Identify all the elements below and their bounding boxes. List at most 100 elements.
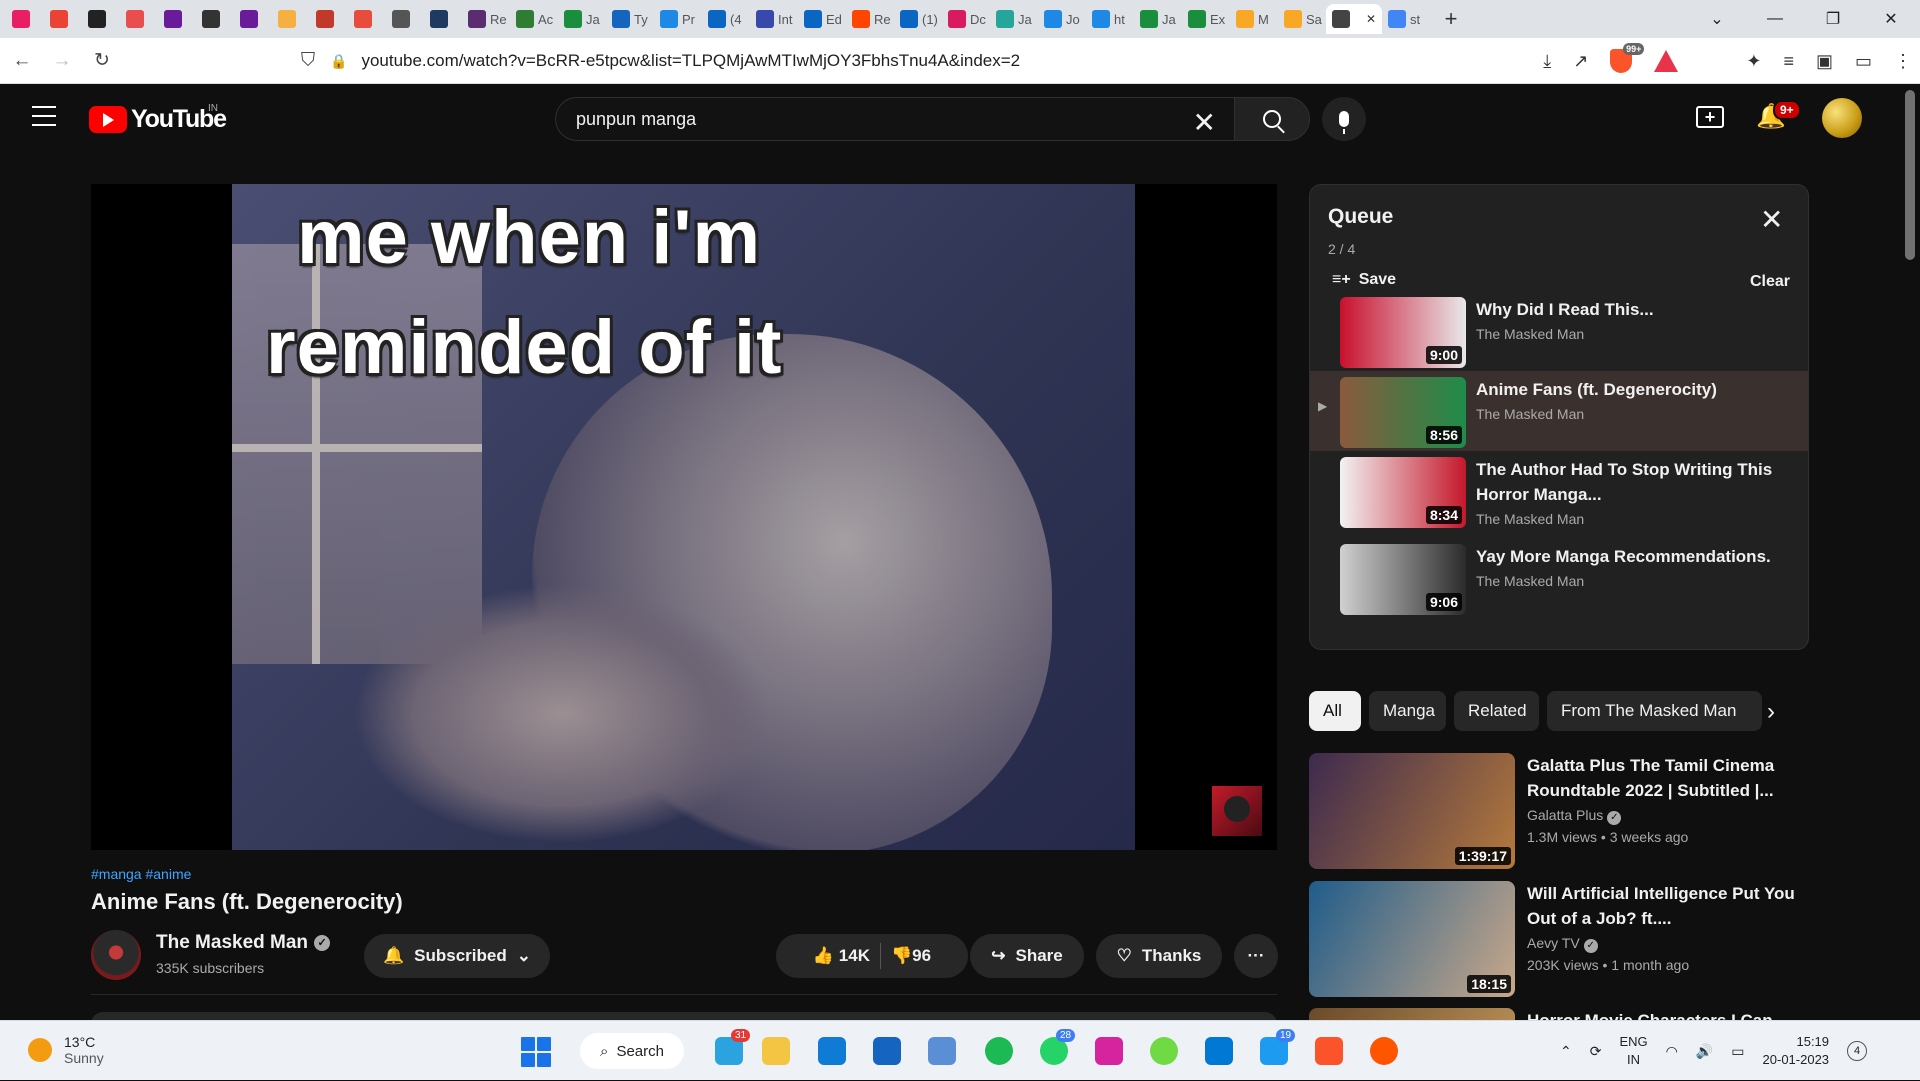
weather-widget[interactable]: 13°C Sunny — [28, 1034, 104, 1066]
brave-icon[interactable] — [1315, 1037, 1343, 1065]
recommended-title[interactable]: Galatta Plus The Tamil Cinema Roundtable… — [1527, 753, 1797, 803]
language-indicator[interactable]: ENG IN — [1619, 1033, 1647, 1069]
spotify-icon[interactable] — [985, 1037, 1013, 1065]
queue-thumbnail[interactable]: 9:00 — [1340, 297, 1466, 368]
bookmark-icon[interactable]: ⛉ — [290, 43, 326, 79]
browser-tab[interactable] — [44, 4, 82, 34]
forward-button[interactable]: → — [44, 43, 80, 79]
close-window-button[interactable]: ✕ — [1862, 9, 1920, 29]
filter-chip[interactable]: All — [1309, 691, 1361, 731]
browser-tab[interactable]: M — [1230, 4, 1278, 34]
browser-tab[interactable]: (1) — [894, 4, 942, 34]
notification-center-button[interactable]: 4 — [1847, 1041, 1868, 1061]
sidebar-icon[interactable]: ▣ — [1816, 51, 1833, 72]
edge-icon[interactable] — [818, 1037, 846, 1065]
recommended-video[interactable]: 1:39:17 Galatta Plus The Tamil Cinema Rou… — [1309, 753, 1809, 871]
wallet-icon[interactable]: ▭ — [1855, 51, 1872, 72]
recommended-thumbnail[interactable] — [1309, 1008, 1515, 1020]
browser-tab[interactable]: Ja — [558, 4, 606, 34]
recommended-title[interactable]: Horror Movie Characters I Can... — [1527, 1008, 1797, 1020]
browser-tab[interactable] — [386, 4, 424, 34]
search-button[interactable] — [1234, 97, 1310, 141]
youtube-logo[interactable]: YouTube IN — [89, 103, 227, 134]
recommended-video[interactable]: 18:15 Will Artificial Intelligence Put Yo… — [1309, 881, 1809, 999]
chips-next-icon[interactable]: › — [1767, 698, 1775, 726]
channel-avatar[interactable] — [91, 930, 141, 980]
browser-tab[interactable] — [348, 4, 386, 34]
dislike-button[interactable]: 👎96 — [891, 946, 931, 966]
browser-tab[interactable] — [6, 4, 44, 34]
share-page-icon[interactable]: ↗ — [1573, 51, 1588, 72]
new-tab-button[interactable]: + — [1436, 4, 1466, 34]
taskbar-search[interactable]: ⌕ Search — [580, 1033, 684, 1069]
queue-thumbnail[interactable]: 8:34 — [1340, 457, 1466, 528]
battery-icon[interactable]: ▭ — [1731, 1043, 1744, 1060]
queue-item[interactable]: 9:06 Yay More Manga Recommendations. The M… — [1310, 538, 1808, 618]
browser-tab[interactable] — [158, 4, 196, 34]
thanks-button[interactable]: ♡ Thanks — [1096, 934, 1222, 978]
volume-icon[interactable]: 🔊 — [1696, 1043, 1713, 1060]
share-button[interactable]: ↪ Share — [970, 934, 1084, 978]
close-queue-icon[interactable]: ✕ — [1760, 203, 1783, 236]
video-hashtags[interactable]: #manga #anime — [91, 866, 191, 882]
queue-item[interactable]: ▶ 8:56 Anime Fans (ft. Degenerocity) The Ma… — [1310, 371, 1808, 451]
clear-search-icon[interactable]: ✕ — [1193, 106, 1216, 139]
browser-tab[interactable]: Re — [846, 4, 894, 34]
reload-button[interactable]: ↻ — [84, 43, 120, 79]
close-tab-icon[interactable]: ✕ — [1366, 12, 1376, 26]
browser-tab[interactable]: Jo — [1038, 4, 1086, 34]
browser-tab[interactable]: (4 — [702, 4, 750, 34]
upwork-icon[interactable] — [1150, 1037, 1178, 1065]
soundcloud-icon[interactable] — [1370, 1037, 1398, 1065]
queue-item-title[interactable]: The Author Had To Stop Writing This Horr… — [1476, 457, 1776, 507]
browser-tab[interactable]: Ja — [990, 4, 1038, 34]
notepad-icon[interactable] — [928, 1037, 956, 1065]
browser-tab[interactable]: Ed — [798, 4, 846, 34]
browser-tab[interactable] — [310, 4, 348, 34]
browser-tab[interactable] — [196, 4, 234, 34]
queue-item[interactable]: 9:00 Why Did I Read This... The Masked Man — [1310, 291, 1808, 371]
browser-menu-icon[interactable]: ⋮ — [1894, 51, 1912, 72]
browser-tab[interactable]: ✕ — [1326, 4, 1382, 34]
browser-tab[interactable]: ht — [1086, 4, 1134, 34]
file-explorer-icon[interactable] — [762, 1037, 790, 1065]
hamburger-menu-icon[interactable] — [32, 106, 56, 126]
browser-tab[interactable] — [82, 4, 120, 34]
queue-thumbnail[interactable]: 8:56 — [1340, 377, 1466, 448]
brave-shield-icon[interactable]: 99+ — [1610, 43, 1645, 73]
queue-thumbnail[interactable]: 9:06 — [1340, 544, 1466, 615]
filter-chip[interactable]: Manga — [1369, 691, 1446, 731]
subscribed-button[interactable]: 🔔 Subscribed ⌄ — [364, 934, 550, 978]
browser-tab[interactable]: Ac — [510, 4, 558, 34]
browser-tab[interactable]: Int — [750, 4, 798, 34]
maximize-button[interactable]: ❐ — [1804, 9, 1862, 29]
show-hidden-icons-icon[interactable]: ⌃ — [1560, 1043, 1572, 1060]
browser-tab[interactable] — [120, 4, 158, 34]
clock[interactable]: 15:19 20-01-2023 — [1763, 1033, 1830, 1069]
filter-chip[interactable]: Related — [1454, 691, 1539, 731]
save-queue-button[interactable]: ≡+ Save — [1332, 271, 1396, 289]
brave-rewards-icon[interactable] — [1654, 50, 1679, 72]
browser-tab[interactable]: Ex — [1182, 4, 1230, 34]
browser-tab[interactable] — [272, 4, 310, 34]
install-icon[interactable]: ⤓ — [1543, 51, 1551, 72]
browser-tab[interactable] — [234, 4, 272, 34]
back-button[interactable]: ← — [4, 43, 40, 79]
recommended-thumbnail[interactable]: 1:39:17 — [1309, 753, 1515, 869]
recommended-channel[interactable]: Galatta Plus — [1527, 807, 1603, 823]
channel-watermark[interactable] — [1212, 786, 1262, 836]
vscode-icon[interactable] — [1205, 1037, 1233, 1065]
sync-icon[interactable]: ⟳ — [1590, 1043, 1602, 1060]
playlist-icon[interactable]: ≡ — [1783, 51, 1794, 72]
more-actions-button[interactable]: ··· — [1234, 934, 1278, 978]
url-field[interactable]: 🔒 youtube.com/watch?v=BcRR-e5tpcw&list=T… — [330, 43, 1570, 79]
like-button[interactable]: 👍 14K — [813, 946, 870, 966]
recommended-video[interactable]: Horror Movie Characters I Can... — [1309, 1008, 1809, 1020]
search-input[interactable]: punpun manga ✕ — [555, 97, 1234, 141]
recommended-channel[interactable]: Aevy TV — [1527, 935, 1580, 951]
extensions-icon[interactable]: ✦ — [1746, 51, 1761, 72]
channel-name[interactable]: The Masked Man ✓ — [156, 932, 331, 954]
queue-item[interactable]: 8:34 The Author Had To Stop Writing This … — [1310, 451, 1808, 531]
browser-tab[interactable]: Sa — [1278, 4, 1326, 34]
voice-search-button[interactable] — [1322, 97, 1366, 141]
